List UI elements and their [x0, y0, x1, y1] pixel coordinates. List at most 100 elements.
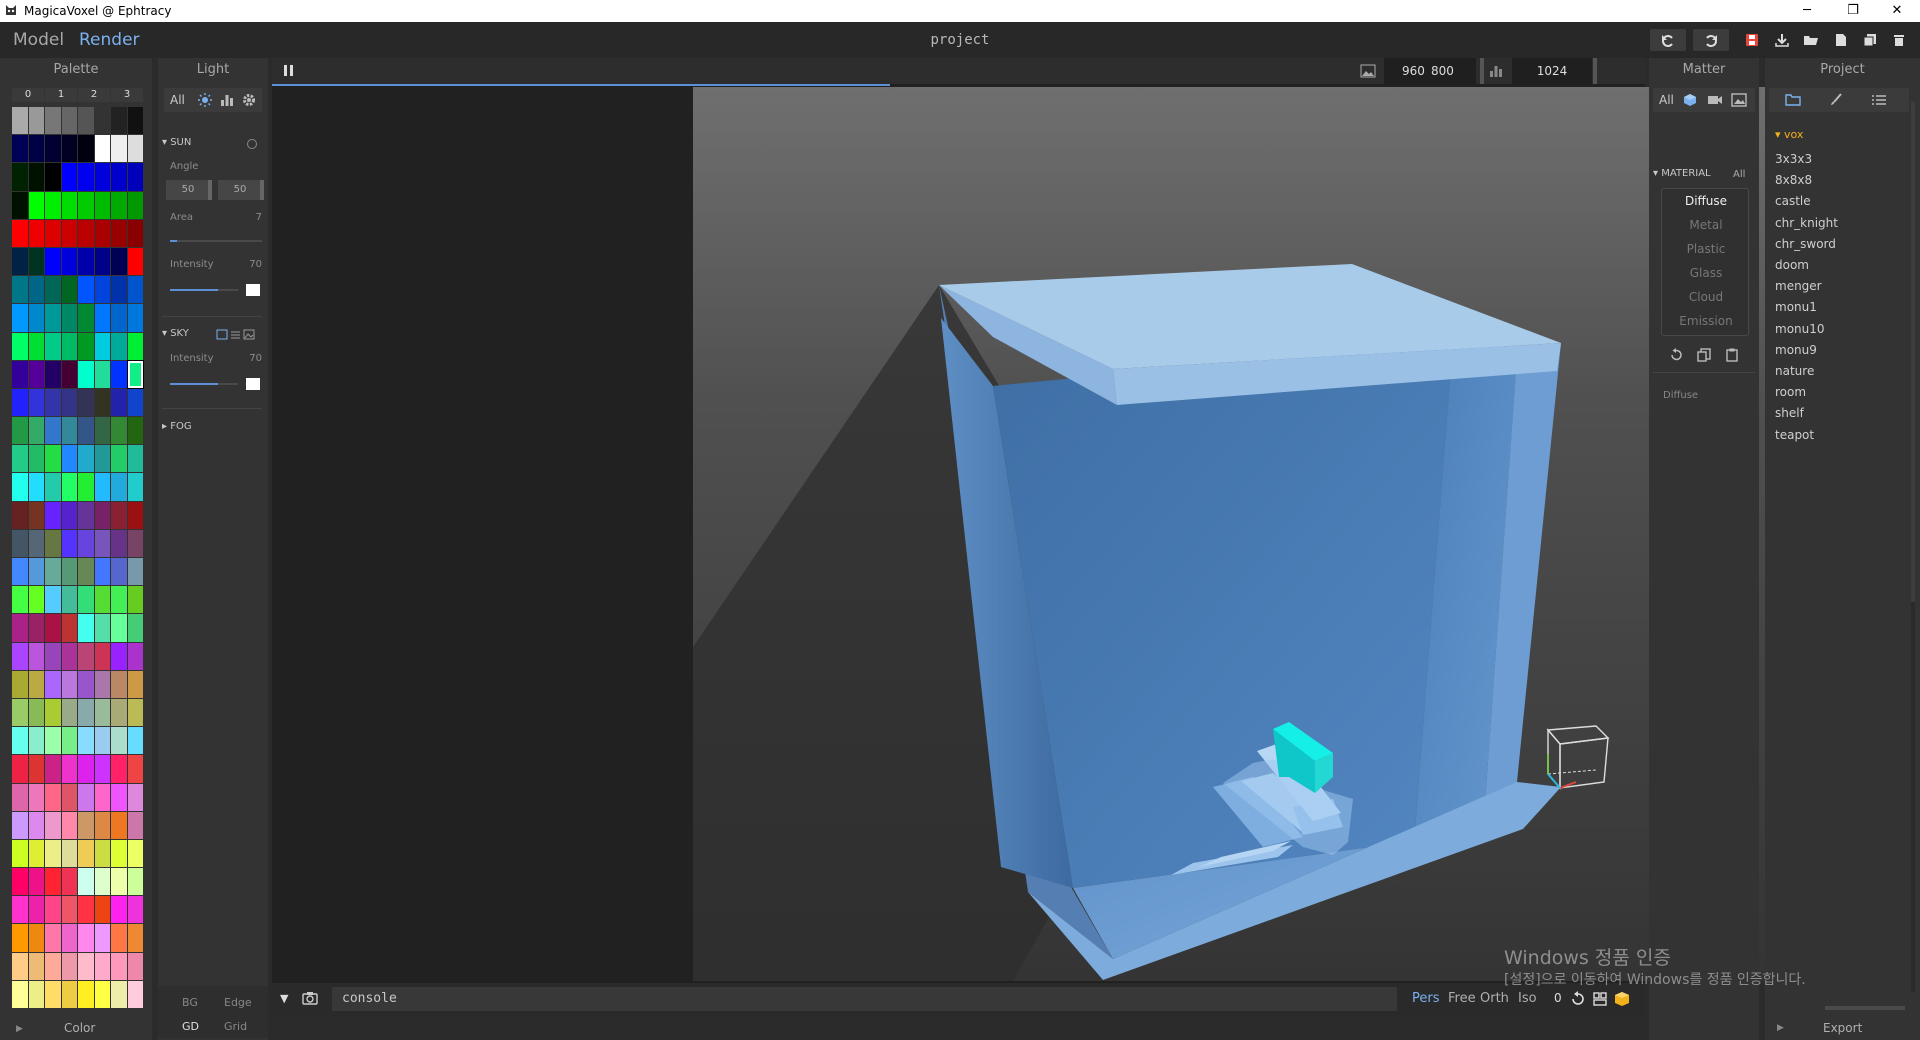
palette-swatch[interactable]	[94, 219, 110, 247]
material-all-filter[interactable]: All	[1733, 169, 1745, 180]
palette-swatch[interactable]	[127, 755, 143, 783]
palette-swatch[interactable]	[94, 839, 110, 868]
palette-swatch[interactable]	[78, 247, 94, 276]
palette-swatch[interactable]	[12, 247, 28, 276]
palette-swatch[interactable]	[127, 332, 143, 360]
palette-swatch[interactable]	[78, 614, 94, 642]
palette-swatch[interactable]	[28, 107, 44, 135]
area-slider[interactable]	[170, 240, 262, 242]
palette-swatch[interactable]	[127, 811, 143, 839]
palette-swatch[interactable]	[28, 727, 44, 755]
palette-swatch[interactable]	[61, 642, 77, 670]
video-camera-icon[interactable]	[1707, 93, 1723, 107]
cube-view-icon[interactable]	[1614, 991, 1630, 1007]
sun-enable-toggle[interactable]	[247, 139, 257, 149]
palette-swatch[interactable]	[28, 952, 44, 980]
palette-swatch[interactable]	[12, 163, 28, 191]
export-down-button[interactable]	[1769, 29, 1795, 51]
view-mode-pers[interactable]: Pers	[1412, 991, 1440, 1006]
palette-swatch[interactable]	[127, 980, 143, 1008]
palette-swatch[interactable]	[61, 247, 77, 276]
palette-swatch[interactable]	[127, 247, 143, 276]
project-file-item[interactable]: nature	[1775, 364, 1814, 378]
palette-swatch[interactable]	[61, 445, 77, 473]
palette-swatch[interactable]	[127, 445, 143, 473]
copy-material-icon[interactable]	[1697, 348, 1711, 362]
palette-swatch[interactable]	[111, 980, 127, 1008]
palette-swatch[interactable]	[111, 163, 127, 191]
palette-swatch[interactable]	[111, 642, 127, 670]
palette-swatch[interactable]	[61, 417, 77, 445]
palette-swatch[interactable]	[111, 924, 127, 952]
palette-swatch[interactable]	[127, 360, 143, 388]
palette-swatch[interactable]	[61, 868, 77, 896]
palette-swatch[interactable]	[127, 107, 143, 135]
palette-swatch[interactable]	[28, 783, 44, 811]
palette-swatch[interactable]	[111, 445, 127, 473]
bar-chart-icon[interactable]	[220, 93, 234, 107]
palette-swatch[interactable]	[78, 839, 94, 868]
palette-swatch[interactable]	[45, 896, 61, 924]
palette-swatch[interactable]	[61, 586, 77, 614]
sky-section-toggle[interactable]: ▾ SKY	[162, 328, 189, 339]
palette-swatch[interactable]	[111, 276, 127, 304]
reset-material-icon[interactable]	[1669, 348, 1683, 362]
palette-swatch[interactable]	[111, 332, 127, 360]
palette-swatch[interactable]	[111, 473, 127, 501]
palette-swatch[interactable]	[45, 247, 61, 276]
material-cloud[interactable]: Cloud	[1662, 285, 1750, 309]
palette-swatch[interactable]	[61, 276, 77, 304]
palette-swatch[interactable]	[127, 558, 143, 586]
gear-icon[interactable]	[242, 93, 256, 107]
palette-swatch[interactable]	[45, 473, 61, 501]
palette-swatch[interactable]	[78, 924, 94, 952]
palette-swatch[interactable]	[61, 529, 77, 557]
palette-swatch[interactable]	[45, 501, 61, 529]
view-mode-free[interactable]: Free	[1448, 991, 1476, 1006]
palette-swatch[interactable]	[28, 304, 44, 332]
palette-swatch[interactable]	[45, 191, 61, 219]
palette-swatch[interactable]	[78, 360, 94, 388]
palette-swatch[interactable]	[28, 473, 44, 501]
palette-swatch[interactable]	[45, 868, 61, 896]
material-diffuse[interactable]: Diffuse	[1662, 189, 1750, 213]
palette-swatch[interactable]	[45, 558, 61, 586]
palette-swatch[interactable]	[94, 980, 110, 1008]
console-input[interactable]: console	[332, 987, 1397, 1011]
palette-swatch[interactable]	[61, 107, 77, 135]
palette-swatch[interactable]	[12, 445, 28, 473]
project-file-item[interactable]: doom	[1775, 258, 1809, 272]
resolution-width[interactable]: 960	[1402, 64, 1425, 78]
export-expand-icon[interactable]: ▶	[1777, 1023, 1784, 1033]
palette-swatch[interactable]	[111, 247, 127, 276]
light-all-tab[interactable]: All	[170, 93, 185, 107]
palette-swatch[interactable]	[94, 698, 110, 727]
palette-swatch[interactable]	[127, 952, 143, 980]
palette-swatch[interactable]	[94, 783, 110, 811]
palette-swatch[interactable]	[12, 642, 28, 670]
palette-swatch[interactable]	[94, 191, 110, 219]
palette-swatch[interactable]	[111, 135, 127, 163]
palette-swatch[interactable]	[45, 952, 61, 980]
project-file-item[interactable]: chr_knight	[1775, 216, 1838, 230]
palette-swatch[interactable]	[61, 896, 77, 924]
palette-swatch[interactable]	[94, 896, 110, 924]
image-size-icon[interactable]	[1360, 64, 1376, 78]
palette-swatch[interactable]	[12, 332, 28, 360]
undo-button[interactable]	[1650, 29, 1686, 51]
palette-swatch[interactable]	[127, 417, 143, 445]
palette-swatch[interactable]	[111, 698, 127, 727]
pause-icon[interactable]	[284, 65, 287, 76]
sun-color-swatch[interactable]	[246, 284, 260, 296]
palette-swatch[interactable]	[127, 642, 143, 670]
palette-swatch[interactable]	[28, 896, 44, 924]
palette-swatch[interactable]	[78, 219, 94, 247]
palette-swatch[interactable]	[127, 135, 143, 163]
palette-swatch[interactable]	[111, 529, 127, 557]
list-icon[interactable]	[1871, 93, 1887, 107]
palette-swatch[interactable]	[45, 755, 61, 783]
palette-swatch[interactable]	[12, 896, 28, 924]
paste-material-icon[interactable]	[1725, 348, 1739, 362]
palette-swatch[interactable]	[28, 839, 44, 868]
project-file-item[interactable]: 3x3x3	[1775, 152, 1812, 166]
